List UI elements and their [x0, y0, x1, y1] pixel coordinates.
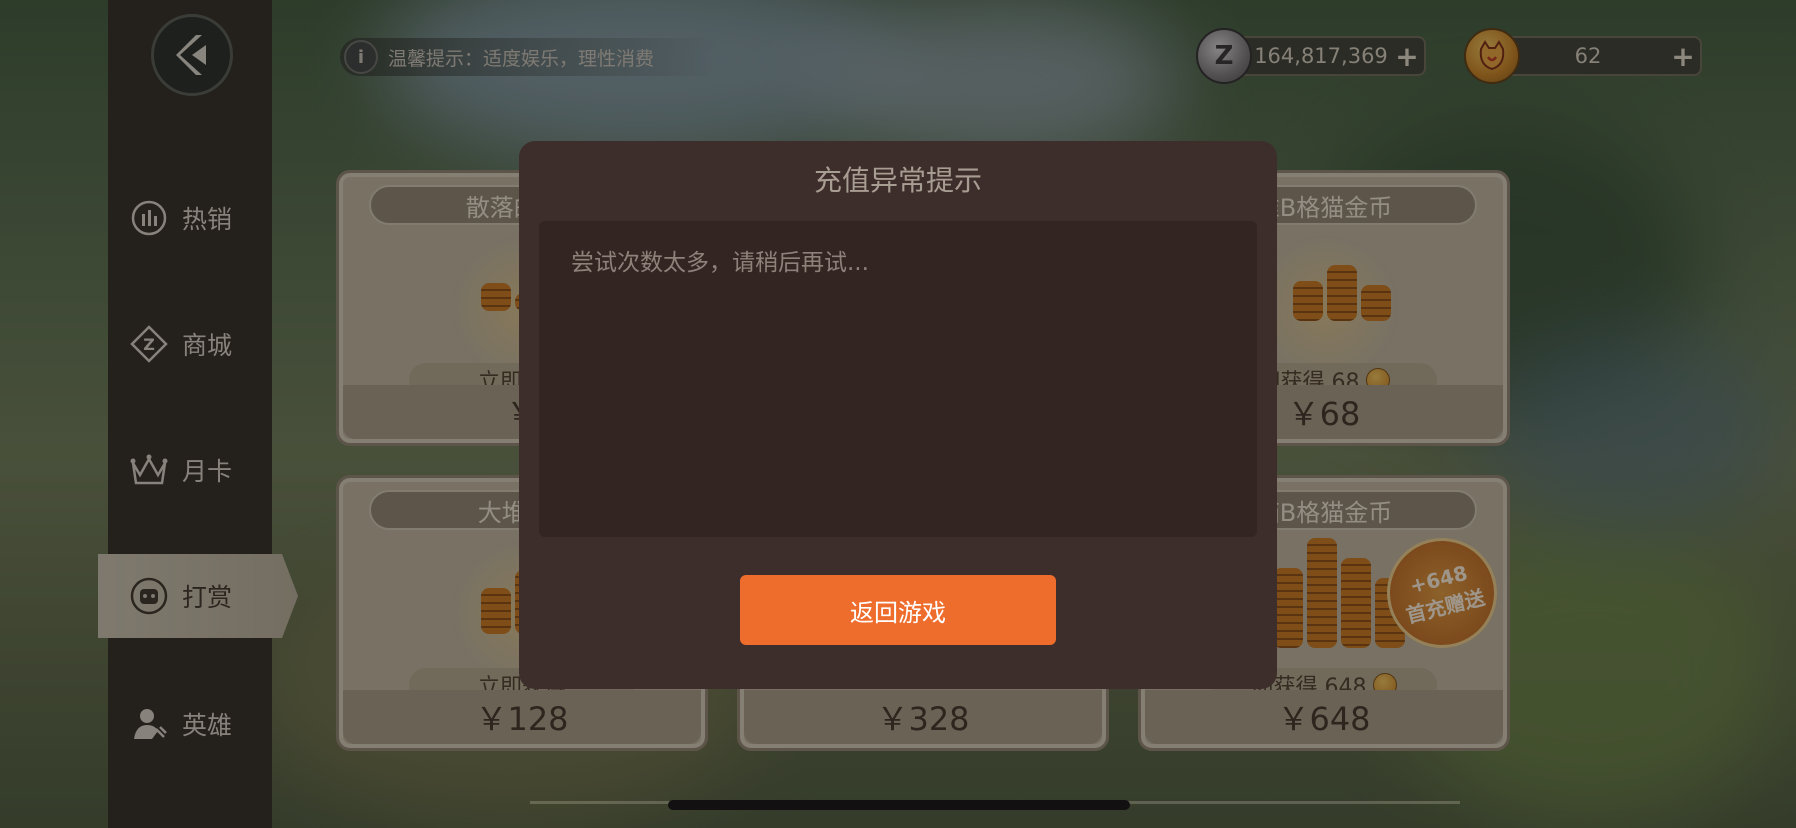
recharge-error-dialog: 充值异常提示 尝试次数太多，请稍后再试... 返回游戏 — [519, 141, 1277, 689]
dialog-message: 尝试次数太多，请稍后再试... — [571, 250, 869, 276]
dialog-title: 充值异常提示 — [813, 164, 982, 197]
home-indicator[interactable] — [668, 800, 1130, 810]
return-to-game-button[interactable]: 返回游戏 — [740, 575, 1056, 645]
dialog-message-box: 尝试次数太多，请稍后再试... — [539, 221, 1257, 537]
